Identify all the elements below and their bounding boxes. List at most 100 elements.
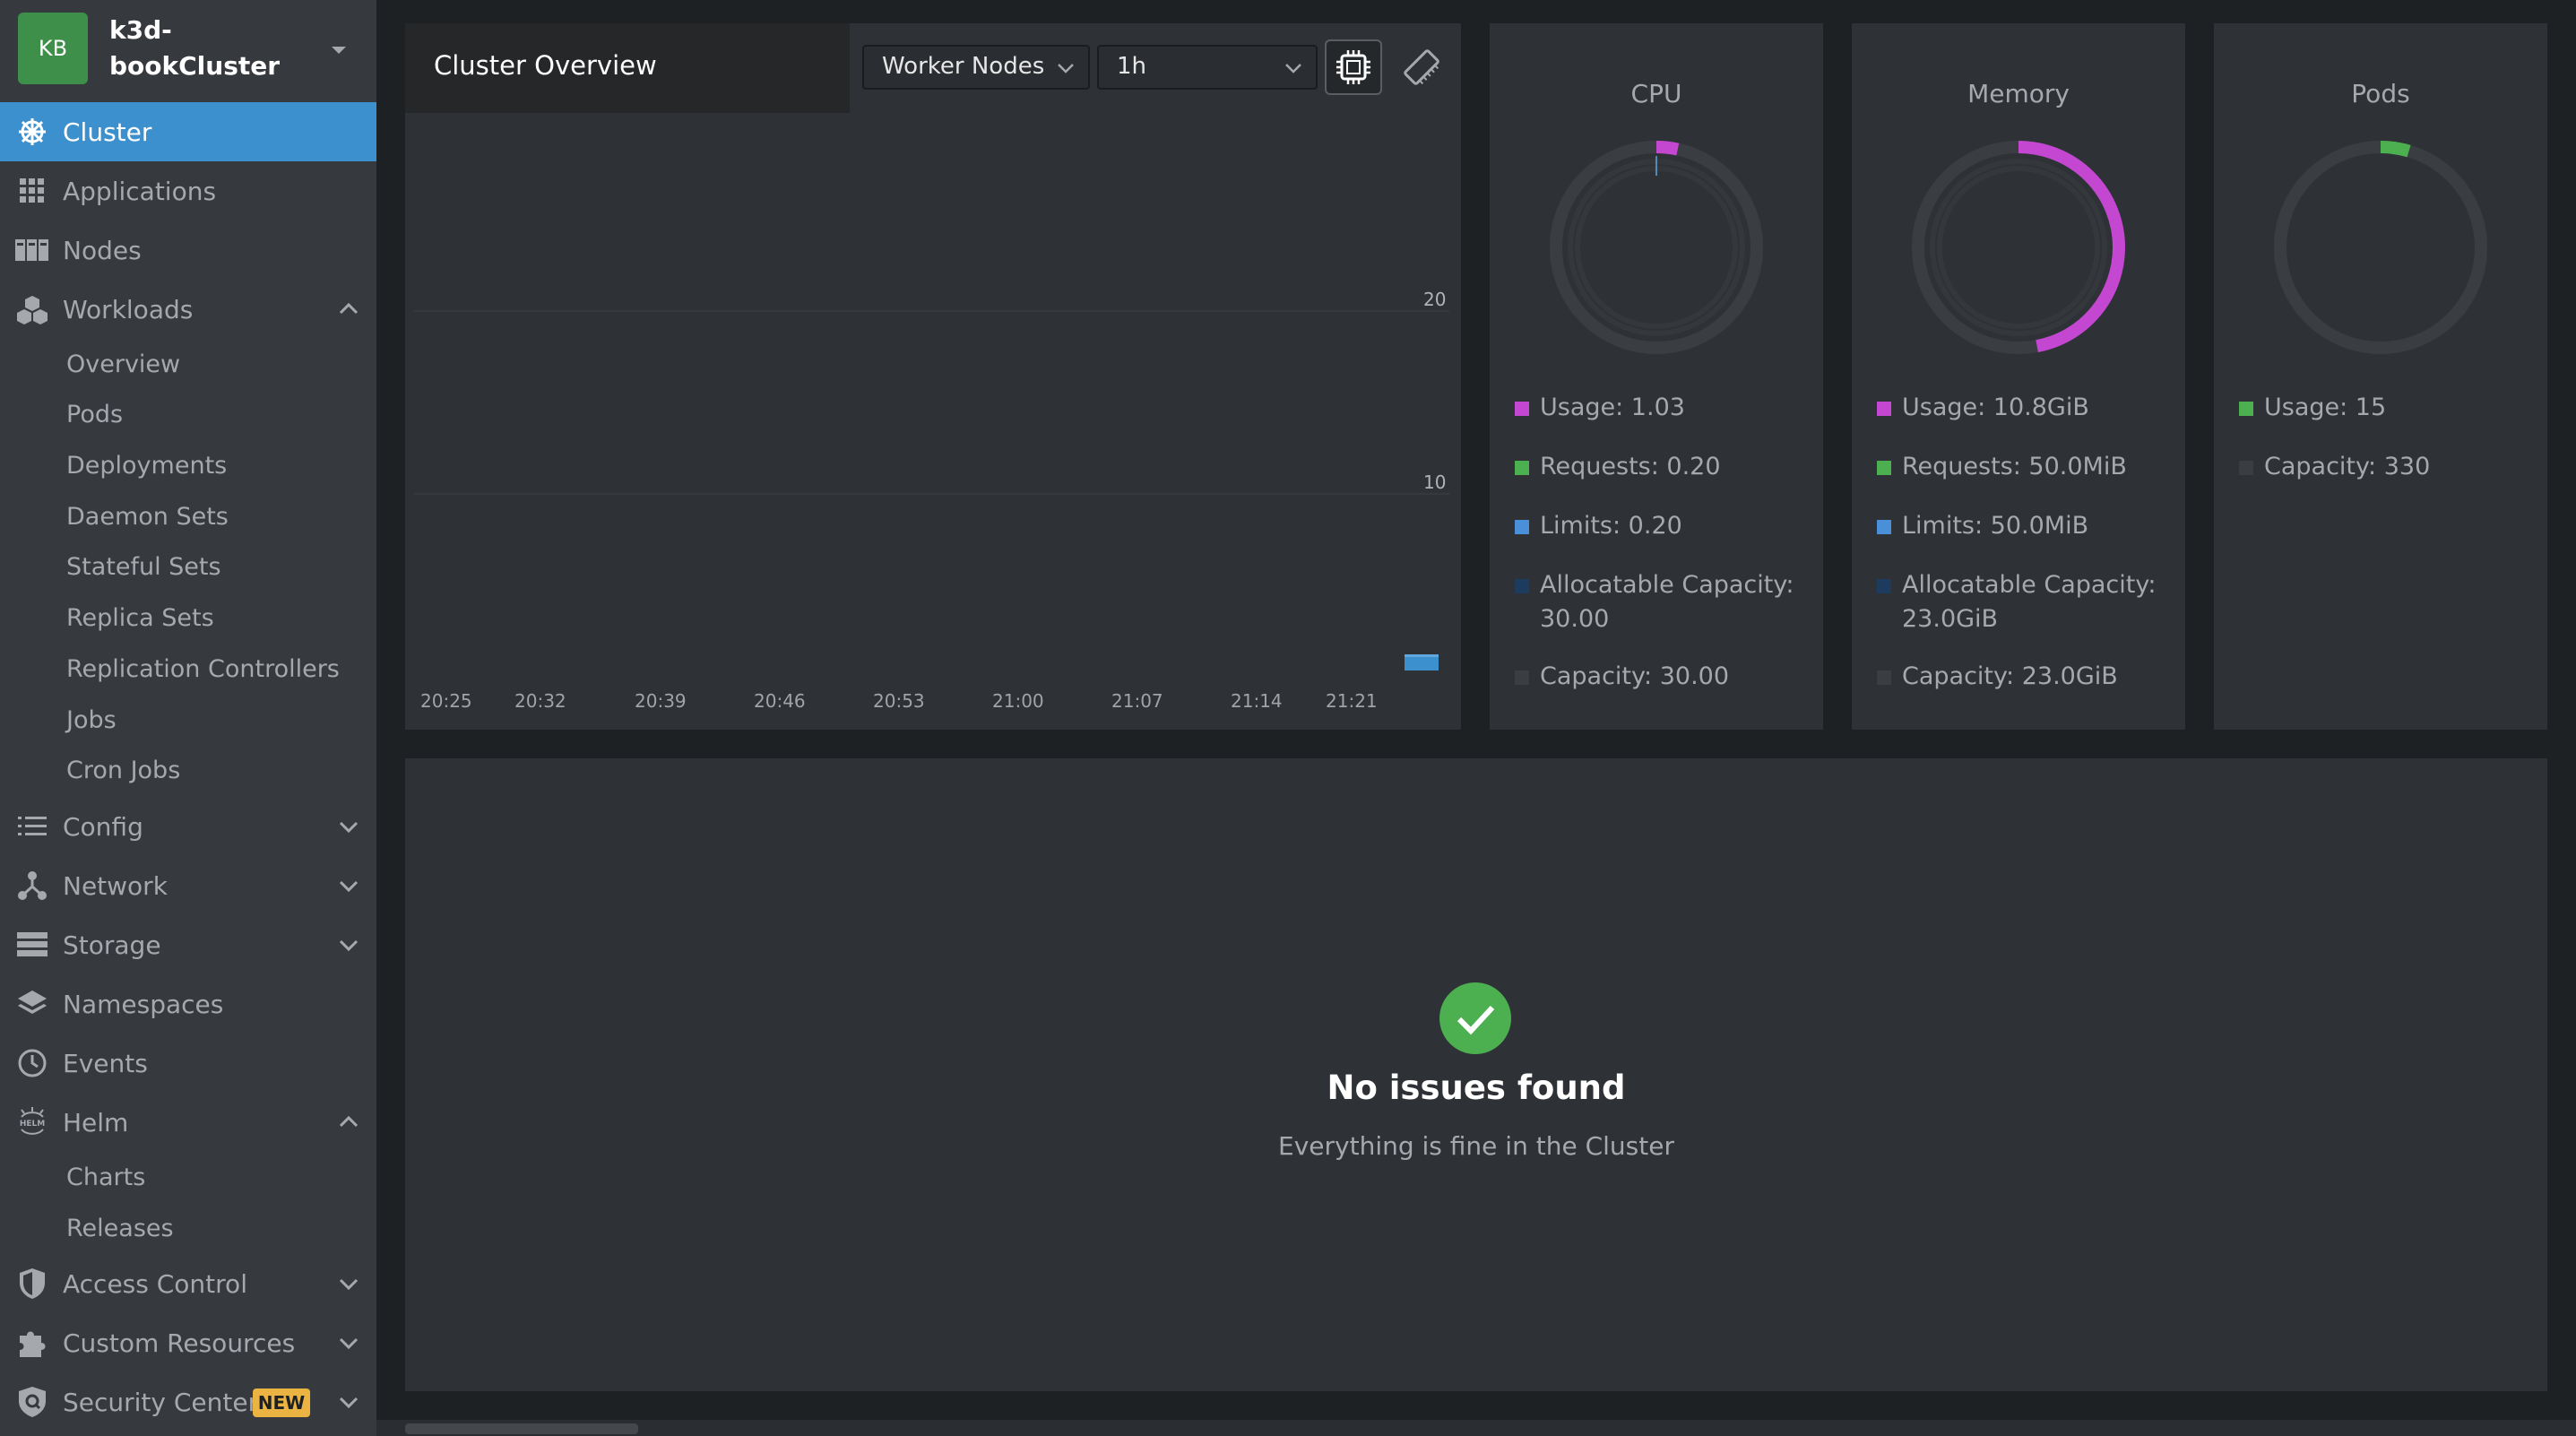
sidebar-item-label: Namespaces [63, 989, 224, 1019]
x-tick-label: 21:21 [1326, 690, 1378, 712]
node-type-value: Worker Nodes [882, 53, 1045, 80]
sidebar-subitem-deployments[interactable]: Deployments [66, 448, 227, 484]
cluster-header[interactable]: KB k3d-bookCluster [0, 0, 376, 102]
chevron-down-icon [1285, 64, 1301, 74]
memory-legend-requests: Requests: 50.0MiB [1877, 450, 2180, 484]
memory-card: Memory Usage: 10.8GiB Requests: 50.0MiB … [1852, 23, 2185, 730]
x-tick-label: 20:32 [514, 690, 566, 712]
helm-wheel-icon [14, 117, 50, 146]
sidebar-item-label: Network [63, 870, 168, 901]
cubes-icon [14, 295, 50, 324]
chevron-down-icon[interactable] [337, 815, 360, 838]
sidebar-item-label: Applications [63, 176, 217, 206]
time-range-select[interactable]: 1h [1097, 45, 1318, 90]
chevron-up-icon[interactable] [337, 298, 360, 321]
y-tick-label: 20 [1423, 289, 1447, 310]
sidebar-item-namespaces[interactable]: Namespaces [0, 974, 376, 1034]
sidebar-item-label: Nodes [63, 235, 142, 265]
cpu-legend-capacity: Capacity: 30.00 [1515, 660, 1818, 694]
overview-title: Cluster Overview [434, 50, 657, 81]
chevron-up-icon[interactable] [337, 1111, 360, 1134]
chevron-down-icon[interactable] [337, 1390, 360, 1414]
sidebar-subitem-daemon-sets[interactable]: Daemon Sets [66, 499, 229, 535]
sidebar-item-network[interactable]: Network [0, 856, 376, 915]
chart-bar[interactable] [1405, 654, 1439, 670]
sidebar-item-label: Access Control [63, 1268, 247, 1299]
memory-title: Memory [1967, 79, 2070, 108]
sidebar-item-security-center[interactable]: Security Center [0, 1372, 376, 1432]
caret-down-icon[interactable] [328, 39, 350, 61]
security-shield-icon [14, 1387, 50, 1417]
x-tick-label: 20:39 [635, 690, 687, 712]
sidebar-item-events[interactable]: Events [0, 1034, 376, 1093]
sidebar-item-label: Cluster [63, 117, 152, 147]
pods-title: Pods [2351, 79, 2410, 108]
sidebar-subitem-releases[interactable]: Releases [66, 1211, 174, 1247]
cpu-legend-allocatable: Allocatable Capacity: 30.00 [1515, 568, 1818, 636]
sidebar-subitem-replica-sets[interactable]: Replica Sets [66, 601, 214, 636]
sidebar-item-storage[interactable]: Storage [0, 915, 376, 974]
list-icon [14, 812, 50, 841]
cpu-metric-button[interactable] [1325, 39, 1382, 95]
y-tick-label: 10 [1423, 471, 1447, 493]
cpu-title: CPU [1630, 79, 1682, 108]
cpu-legend-requests: Requests: 0.20 [1515, 450, 1818, 484]
x-tick-label: 20:25 [420, 690, 472, 712]
svg-text:HELM: HELM [20, 1120, 45, 1129]
sidebar-subitem-charts[interactable]: Charts [66, 1160, 145, 1196]
sidebar-item-cluster[interactable]: Cluster [0, 102, 376, 161]
sidebar-item-label: Events [63, 1048, 148, 1078]
horizontal-scrollbar[interactable] [376, 1420, 2576, 1436]
chart-gridline [414, 493, 1449, 495]
cpu-icon [1336, 50, 1370, 84]
chevron-down-icon[interactable] [337, 1272, 360, 1295]
x-tick-label: 21:00 [992, 690, 1044, 712]
sidebar-item-custom-resources[interactable]: Custom Resources [0, 1313, 376, 1372]
memory-legend-limits: Limits: 50.0MiB [1877, 509, 2180, 543]
chevron-down-icon[interactable] [337, 933, 360, 956]
x-tick-label: 21:07 [1111, 690, 1163, 712]
pods-legend-capacity: Capacity: 330 [2239, 450, 2542, 484]
time-range-value: 1h [1117, 53, 1147, 80]
cpu-donut [1550, 141, 1763, 354]
sidebar-subitem-pods[interactable]: Pods [66, 397, 123, 433]
grid-icon [14, 177, 50, 205]
sidebar-item-helm[interactable]: HELM Helm [0, 1093, 376, 1152]
avatar: KB [18, 13, 88, 84]
helm-icon: HELM [14, 1107, 50, 1137]
sidebar-item-workloads[interactable]: Workloads [0, 280, 376, 339]
sidebar-subitem-jobs[interactable]: Jobs [66, 703, 117, 739]
sidebar: KB k3d-bookCluster Cluster Applications … [0, 0, 376, 1436]
scrollbar-thumb[interactable] [405, 1423, 638, 1434]
memory-donut [1912, 141, 2125, 354]
sidebar-item-label: Helm [63, 1107, 129, 1138]
sidebar-item-label: Workloads [63, 294, 194, 324]
chevron-down-icon [1058, 64, 1074, 74]
x-tick-label: 20:46 [754, 690, 806, 712]
sidebar-item-nodes[interactable]: Nodes [0, 221, 376, 280]
x-tick-label: 21:14 [1231, 690, 1283, 712]
chevron-down-icon[interactable] [337, 1331, 360, 1354]
node-type-select[interactable]: Worker Nodes [862, 45, 1090, 90]
sidebar-subitem-stateful-sets[interactable]: Stateful Sets [66, 549, 221, 585]
cpu-legend-usage: Usage: 1.03 [1515, 391, 1818, 425]
pods-donut [2274, 141, 2487, 354]
storage-icon [14, 930, 50, 959]
clock-icon [14, 1049, 50, 1077]
sidebar-item-access-control[interactable]: Access Control [0, 1254, 376, 1313]
nodes-icon [14, 236, 50, 264]
pods-card: Pods Usage: 15 Capacity: 330 [2214, 23, 2547, 730]
puzzle-icon [14, 1328, 50, 1357]
sidebar-item-label: Security Center [63, 1387, 259, 1417]
sidebar-subitem-overview[interactable]: Overview [66, 347, 180, 383]
sidebar-item-config[interactable]: Config [0, 797, 376, 856]
memory-metric-button[interactable] [1393, 39, 1450, 95]
memory-icon [1404, 49, 1439, 85]
chevron-down-icon[interactable] [337, 874, 360, 897]
issues-title: No issues found [1327, 1068, 1626, 1107]
sidebar-subitem-cron-jobs[interactable]: Cron Jobs [66, 753, 180, 789]
sidebar-item-label: Config [63, 811, 143, 842]
sidebar-item-applications[interactable]: Applications [0, 161, 376, 221]
new-badge: NEW [253, 1388, 310, 1417]
sidebar-subitem-replication-controllers[interactable]: Replication Controllers [66, 652, 340, 688]
